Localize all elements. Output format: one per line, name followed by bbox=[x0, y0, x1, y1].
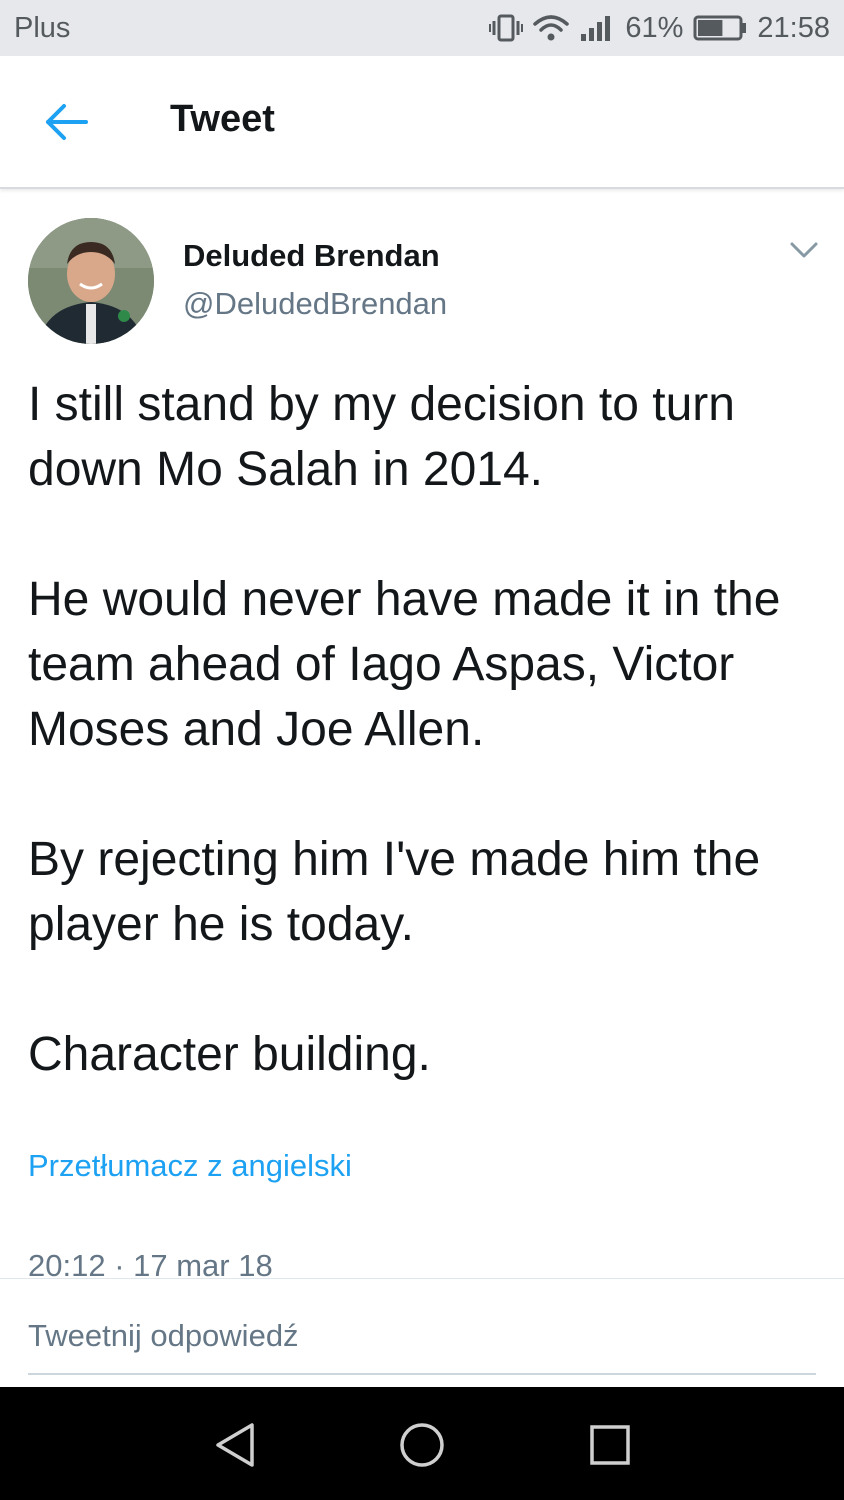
avatar-image bbox=[28, 218, 154, 344]
nav-recents-icon bbox=[590, 1425, 630, 1465]
tweet-timestamp: 20:12 · 17 mar 18 bbox=[28, 1248, 273, 1278]
tweet-paragraph: I still stand by my decision to turn dow… bbox=[28, 378, 735, 496]
back-button[interactable] bbox=[44, 100, 90, 144]
signal-icon bbox=[581, 16, 611, 41]
author-handle[interactable]: @DeludedBrendan bbox=[183, 286, 447, 322]
nav-home-button[interactable] bbox=[398, 1421, 446, 1469]
wifi-icon bbox=[533, 15, 570, 41]
tweet-text: I still stand by my decision to turn dow… bbox=[28, 372, 828, 1152]
status-icons: 61% 21:58 bbox=[479, 10, 830, 46]
tweet-paragraph: Character building. bbox=[28, 1028, 431, 1081]
timestamp-container: 20:12 · 17 mar 18 bbox=[28, 1244, 808, 1278]
battery-percent: 61% bbox=[625, 11, 684, 44]
reply-input[interactable] bbox=[28, 1299, 816, 1375]
vibrate-icon bbox=[489, 14, 524, 42]
reply-bar bbox=[0, 1278, 844, 1388]
navigation-bar bbox=[0, 1387, 844, 1500]
nav-recents-button[interactable] bbox=[586, 1421, 634, 1469]
nav-back-icon bbox=[216, 1423, 254, 1467]
tweet-paragraph: By rejecting him I've made him the playe… bbox=[28, 833, 761, 951]
nav-home-icon bbox=[400, 1423, 444, 1467]
battery-icon bbox=[693, 15, 747, 41]
carrier-name: Plus bbox=[14, 12, 71, 44]
nav-back-button[interactable] bbox=[212, 1421, 260, 1469]
author-name[interactable]: Deluded Brendan bbox=[183, 238, 440, 274]
avatar[interactable] bbox=[28, 218, 154, 344]
translate-link[interactable]: Przetłumacz z angielski bbox=[28, 1148, 352, 1184]
status-bar: Plus 61% 21:58 bbox=[0, 0, 844, 56]
page-title: Tweet bbox=[170, 98, 275, 140]
arrow-left-icon bbox=[46, 104, 88, 140]
clock: 21:58 bbox=[757, 11, 830, 44]
app-bar: Tweet bbox=[0, 56, 844, 189]
tweet-paragraph: He would never have made it in the team … bbox=[28, 573, 781, 756]
tweet-menu-button[interactable] bbox=[788, 236, 820, 264]
chevron-down-icon bbox=[790, 242, 818, 258]
